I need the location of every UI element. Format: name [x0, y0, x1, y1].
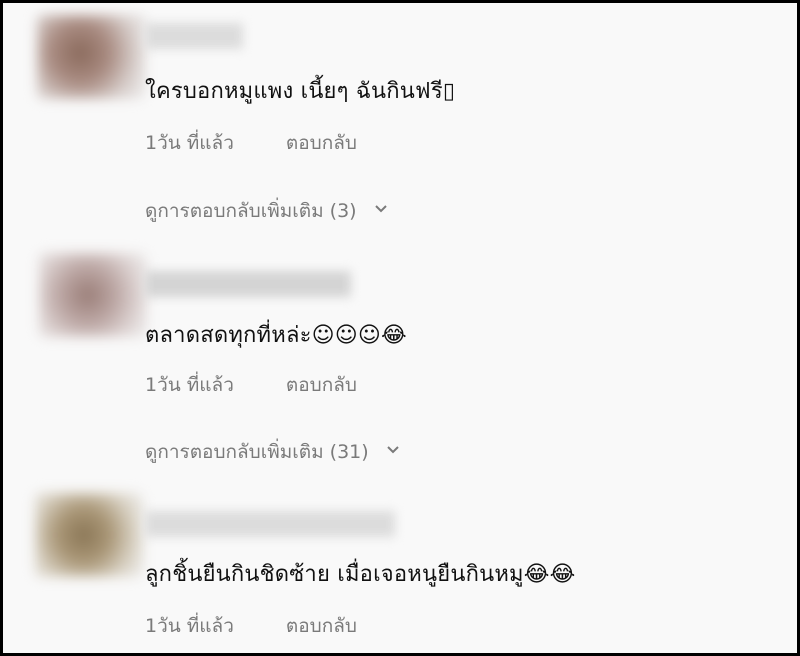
view-more-replies-label: ดูการตอบกลับเพิ่มเติม (31)	[145, 441, 369, 463]
reply-button[interactable]: ตอบกลับ	[286, 370, 357, 400]
comment-timestamp: 1วัน ที่แล้ว	[145, 374, 234, 396]
view-more-replies-button[interactable]: ดูการตอบกลับเพิ่มเติม (31)	[145, 437, 401, 467]
chevron-down-icon	[387, 445, 399, 453]
avatar[interactable]	[39, 253, 147, 337]
commenter-name-redacted[interactable]	[145, 271, 351, 297]
comment-text: ใครบอกหมูแพง เนี้ยๆ ฉันกินฟรี▯	[145, 79, 456, 104]
reply-button[interactable]: ตอบกลับ	[286, 128, 357, 158]
comment-meta: 1วัน ที่แล้ว ตอบกลับ	[145, 611, 357, 641]
comment-text: ลูกชิ้นยืนกินชิดซ้าย เมื่อเจอหนูยืนกินหม…	[145, 562, 576, 587]
view-more-replies-button[interactable]: ดูการตอบกลับเพิ่มเติม (3)	[145, 196, 389, 226]
avatar[interactable]	[35, 493, 143, 577]
view-more-replies-label: ดูการตอบกลับเพิ่มเติม (3)	[145, 200, 357, 222]
comment-meta: 1วัน ที่แล้ว ตอบกลับ	[145, 370, 357, 400]
avatar[interactable]	[37, 15, 145, 99]
comment-timestamp: 1วัน ที่แล้ว	[145, 615, 234, 637]
comment-text: ตลาดสดทุกที่หล่ะ☺☺☺😂	[145, 323, 407, 348]
comment-timestamp: 1วัน ที่แล้ว	[145, 132, 234, 154]
commenter-name-redacted[interactable]	[145, 23, 243, 49]
reply-button[interactable]: ตอบกลับ	[286, 611, 357, 641]
comment-section: ใครบอกหมูแพง เนี้ยๆ ฉันกินฟรี▯ 1วัน ที่แ…	[3, 3, 797, 653]
chevron-down-icon	[374, 204, 387, 212]
commenter-name-redacted[interactable]	[145, 511, 395, 537]
comment-meta: 1วัน ที่แล้ว ตอบกลับ	[145, 128, 357, 158]
